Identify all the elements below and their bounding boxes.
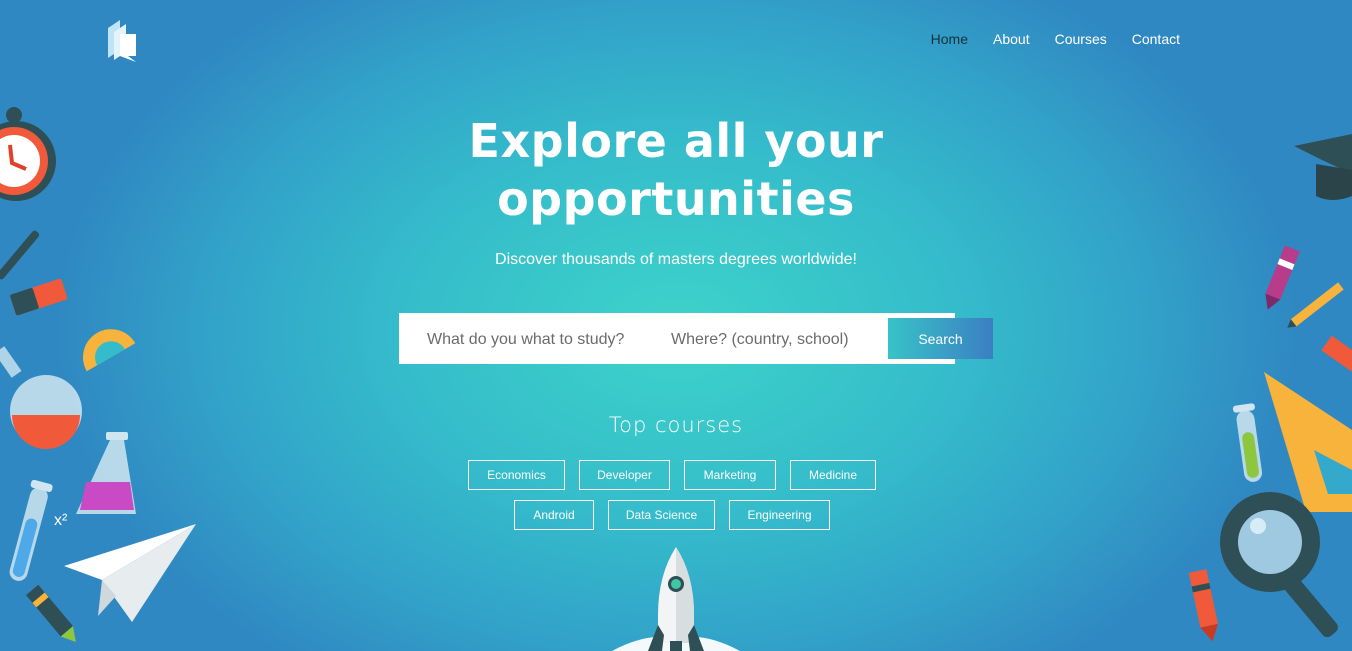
course-tag-economics[interactable]: Economics <box>468 460 565 490</box>
search-button[interactable]: Search <box>888 318 993 359</box>
ruler-small-icon <box>1321 335 1352 374</box>
conical-flask-icon <box>76 432 136 514</box>
set-square-icon <box>1264 372 1352 512</box>
hero-title: Explore all your opportunities <box>0 112 1352 228</box>
rocket-icon <box>612 547 740 651</box>
course-tag-engineering[interactable]: Engineering <box>729 500 830 530</box>
eraser-icon <box>10 278 68 316</box>
crayon-icon <box>26 584 76 643</box>
course-tag-medicine[interactable]: Medicine <box>790 460 876 490</box>
course-tag-data-science[interactable]: Data Science <box>608 500 715 530</box>
alarm-clock-icon <box>0 107 56 201</box>
test-tube-icon <box>9 479 53 581</box>
location-search-input[interactable] <box>669 313 883 366</box>
nav-contact[interactable]: Contact <box>1132 31 1180 47</box>
hero-title-line-1: Explore all your <box>468 114 884 168</box>
study-search-input[interactable] <box>425 313 649 366</box>
nav-about[interactable]: About <box>993 31 1030 47</box>
course-tag-android[interactable]: Android <box>514 500 594 530</box>
pen-icon <box>0 230 40 280</box>
hero-title-line-2: opportunities <box>497 172 855 226</box>
hero-subtitle: Discover thousands of masters degrees wo… <box>495 251 857 268</box>
course-tag-developer[interactable]: Developer <box>579 460 670 490</box>
book-logo-icon[interactable] <box>106 20 140 62</box>
crayon-red-icon <box>1188 569 1218 642</box>
top-courses-title: Top courses <box>608 413 744 437</box>
graduation-cap-icon <box>1294 134 1352 200</box>
nav-home[interactable]: Home <box>931 31 968 47</box>
main-nav: Home About Courses Contact <box>931 31 1180 47</box>
search-box <box>399 313 955 366</box>
magnifying-glass-icon <box>1220 492 1338 638</box>
nav-courses[interactable]: Courses <box>1055 31 1107 47</box>
test-tube-green-icon <box>1232 403 1263 482</box>
pencil-icon <box>1287 282 1344 328</box>
course-tag-marketing[interactable]: Marketing <box>684 460 776 490</box>
